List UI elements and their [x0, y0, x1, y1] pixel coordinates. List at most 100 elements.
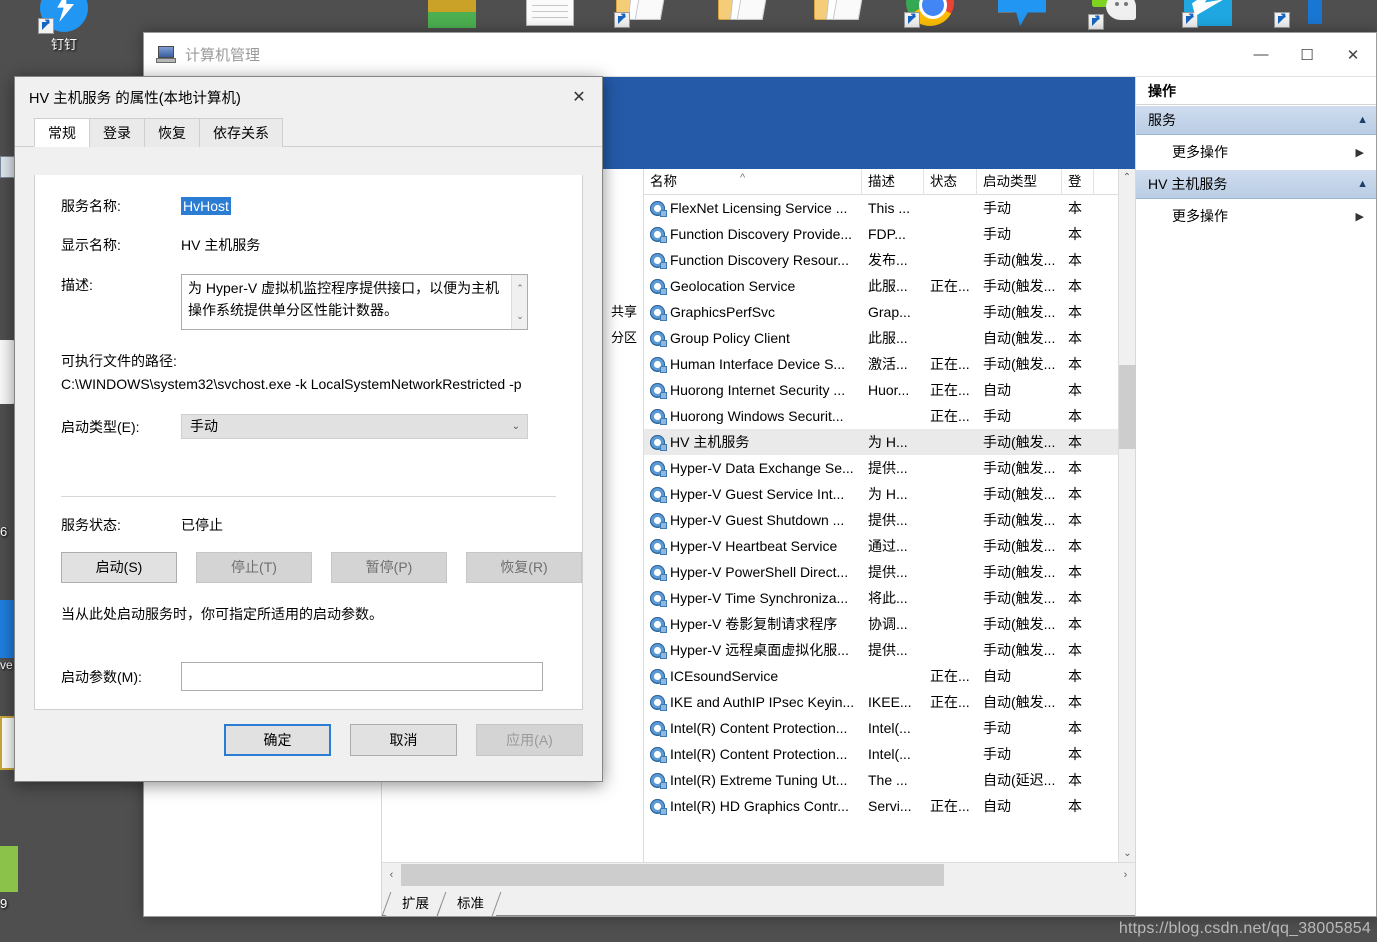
- action-more-actions-hv-host[interactable]: 更多操作 ▶: [1136, 199, 1376, 233]
- table-row[interactable]: Intel(R) HD Graphics Contr... Servi... 正在.…: [644, 793, 1118, 819]
- hscroll-left-button[interactable]: ‹: [382, 864, 401, 886]
- tab-dependencies[interactable]: 依存关系: [199, 118, 283, 147]
- table-row[interactable]: IKE and AuthIP IPsec Keyin... IKEE... 正在..…: [644, 689, 1118, 715]
- table-row[interactable]: Huorong Internet Security ... Huor... 正在..…: [644, 377, 1118, 403]
- service-gear-icon: [650, 668, 667, 685]
- service-name: HV 主机服务: [670, 434, 750, 450]
- tab-extended[interactable]: 扩展: [386, 892, 441, 916]
- desktop-icon-bubble-app[interactable]: [990, 0, 1054, 26]
- table-row[interactable]: HV 主机服务 为 H... 手动(触发... 本: [644, 429, 1118, 455]
- table-row[interactable]: Function Discovery Provide... FDP... 手动 本: [644, 221, 1118, 247]
- tab-logon[interactable]: 登录: [89, 118, 145, 147]
- table-row[interactable]: Hyper-V 远程桌面虚拟化服... 提供... 手动(触发... 本: [644, 637, 1118, 663]
- tab-recovery[interactable]: 恢复: [144, 118, 200, 147]
- table-row[interactable]: ICEsoundService 正在... 自动 本: [644, 663, 1118, 689]
- cell-name: Hyper-V PowerShell Direct...: [644, 559, 862, 585]
- scroll-up-button[interactable]: ⌃: [1119, 169, 1135, 186]
- table-row[interactable]: Hyper-V Guest Service Int... 为 H... 手动(触发.…: [644, 481, 1118, 507]
- action-more-actions-services[interactable]: 更多操作 ▶: [1136, 135, 1376, 169]
- chevron-up-icon[interactable]: ▲: [1357, 114, 1368, 126]
- table-row[interactable]: Hyper-V Time Synchroniza... 将此... 手动(触发...…: [644, 585, 1118, 611]
- start-parameters-input[interactable]: [181, 662, 543, 691]
- scroll-down-icon[interactable]: ⌄: [512, 305, 527, 327]
- table-row[interactable]: Intel(R) Content Protection... Intel(... 手…: [644, 715, 1118, 741]
- list-header-row[interactable]: 名称 ^ 描述 状态 启动类型 登: [644, 168, 1118, 195]
- cell-description: Grap...: [868, 304, 911, 320]
- table-row[interactable]: Human Interface Device S... 激活... 正在... 手动(…: [644, 351, 1118, 377]
- cell-logon: 本: [1068, 434, 1082, 450]
- actions-group-services[interactable]: 服务 ▲: [1136, 105, 1376, 135]
- service-gear-icon: [650, 720, 667, 737]
- table-row[interactable]: Intel(R) Content Protection... Intel(... 手…: [644, 741, 1118, 767]
- list-horizontal-scrollbar[interactable]: ‹ ›: [382, 862, 1135, 886]
- maximize-button[interactable]: ☐: [1284, 33, 1330, 77]
- table-row[interactable]: FlexNet Licensing Service ... This ... 手动 本: [644, 195, 1118, 221]
- scroll-up-icon[interactable]: ⌃: [512, 277, 527, 299]
- table-row[interactable]: Hyper-V Data Exchange Se... 提供... 手动(触发...…: [644, 455, 1118, 481]
- desktop-icon-wechat[interactable]: [1082, 0, 1146, 30]
- cell-name: Group Policy Client: [644, 325, 862, 351]
- column-header-startup-type[interactable]: 启动类型: [977, 168, 1062, 195]
- startup-type-value: 手动: [190, 418, 218, 434]
- table-row[interactable]: Geolocation Service 此服... 正在... 手动(触发... 本: [644, 273, 1118, 299]
- close-button[interactable]: ✕: [1330, 33, 1376, 77]
- dialog-title: HV 主机服务 的属性(本地计算机): [29, 90, 241, 107]
- service-name-value[interactable]: HvHost: [181, 197, 231, 215]
- hscrollbar-thumb[interactable]: [401, 863, 945, 886]
- column-header-logon[interactable]: 登: [1062, 168, 1094, 195]
- cell-status: 正在...: [930, 408, 970, 424]
- desktop-icon-azure[interactable]: [1176, 0, 1240, 28]
- table-row[interactable]: Hyper-V Heartbeat Service 通过... 手动(触发... 本: [644, 533, 1118, 559]
- tab-general[interactable]: 常规: [34, 118, 90, 147]
- display-name-value[interactable]: HV 主机服务: [181, 234, 260, 256]
- description-scrollbar[interactable]: ⌃ ⌄: [511, 275, 527, 329]
- desktop-icon-folder-code[interactable]: [710, 0, 774, 26]
- desktop-icon-vs-code[interactable]: [1268, 0, 1332, 28]
- desktop-icon-folder[interactable]: [608, 0, 672, 28]
- description-textarea[interactable]: 为 Hyper-V 虚拟机监控程序提供接口，以便为主机操作系统提供单分区性能计数…: [181, 274, 528, 330]
- desktop-icon-chrome[interactable]: [898, 0, 962, 28]
- desktop-icon-winrar[interactable]: [420, 0, 484, 28]
- chevron-up-icon[interactable]: ▲: [1357, 178, 1368, 190]
- column-header-name[interactable]: 名称 ^: [644, 168, 862, 195]
- cell-description: FDP...: [868, 226, 906, 242]
- table-row[interactable]: Hyper-V Guest Shutdown ... 提供... 手动(触发... 本: [644, 507, 1118, 533]
- desktop-icon-dingtalk[interactable]: 钉钉: [32, 0, 96, 53]
- table-row[interactable]: Intel(R) Extreme Tuning Ut... The ... 自动(延…: [644, 767, 1118, 793]
- cell-description: 提供...: [868, 642, 908, 658]
- ok-button[interactable]: 确定: [224, 724, 331, 756]
- cell-name: Huorong Windows Securit...: [644, 403, 862, 429]
- table-row[interactable]: Huorong Windows Securit... 正在... 手动 本: [644, 403, 1118, 429]
- column-header-status[interactable]: 状态: [924, 168, 977, 195]
- service-gear-icon: [650, 304, 667, 321]
- hscroll-right-button[interactable]: ›: [1116, 864, 1135, 886]
- table-row[interactable]: Function Discovery Resour... 发布... 手动(触发..…: [644, 247, 1118, 273]
- service-name: Intel(R) Content Protection...: [670, 746, 848, 762]
- service-status-label: 服务状态:: [61, 517, 121, 533]
- table-row[interactable]: GraphicsPerfSvc Grap... 手动(触发... 本: [644, 299, 1118, 325]
- actions-group-hv-host[interactable]: HV 主机服务 ▲: [1136, 169, 1376, 199]
- list-vertical-scrollbar[interactable]: ⌃ ⌄: [1118, 169, 1136, 862]
- tab-standard[interactable]: 标准: [441, 892, 496, 916]
- desktop-icon-folder-pdf[interactable]: PDF: [806, 0, 870, 26]
- scroll-down-button[interactable]: ⌄: [1119, 845, 1136, 862]
- table-row[interactable]: Group Policy Client 此服... 自动(触发... 本: [644, 325, 1118, 351]
- service-name: Group Policy Client: [670, 330, 790, 346]
- cell-status: [924, 585, 977, 611]
- table-row[interactable]: Hyper-V PowerShell Direct... 提供... 手动(触发..…: [644, 559, 1118, 585]
- dialog-close-button[interactable]: ✕: [556, 77, 602, 117]
- minimize-button[interactable]: —: [1238, 33, 1284, 77]
- cell-description: Intel(...: [868, 720, 911, 736]
- cell-description: 协调...: [868, 616, 908, 632]
- desktop-icon-document[interactable]: [518, 0, 582, 26]
- cell-name: FlexNet Licensing Service ...: [644, 195, 862, 221]
- scrollbar-thumb[interactable]: [1119, 365, 1136, 449]
- cell-startup-type: 手动(触发...: [983, 304, 1056, 320]
- table-row[interactable]: Hyper-V 卷影复制请求程序 协调... 手动(触发... 本: [644, 611, 1118, 637]
- column-header-description[interactable]: 描述: [862, 168, 924, 195]
- cancel-button[interactable]: 取消: [350, 724, 457, 756]
- startup-type-select[interactable]: 手动 ⌄: [181, 414, 528, 439]
- hscroll-track[interactable]: [401, 863, 1116, 886]
- start-service-button[interactable]: 启动(S): [61, 552, 177, 583]
- services-rows[interactable]: FlexNet Licensing Service ... This ... 手动本…: [644, 195, 1118, 862]
